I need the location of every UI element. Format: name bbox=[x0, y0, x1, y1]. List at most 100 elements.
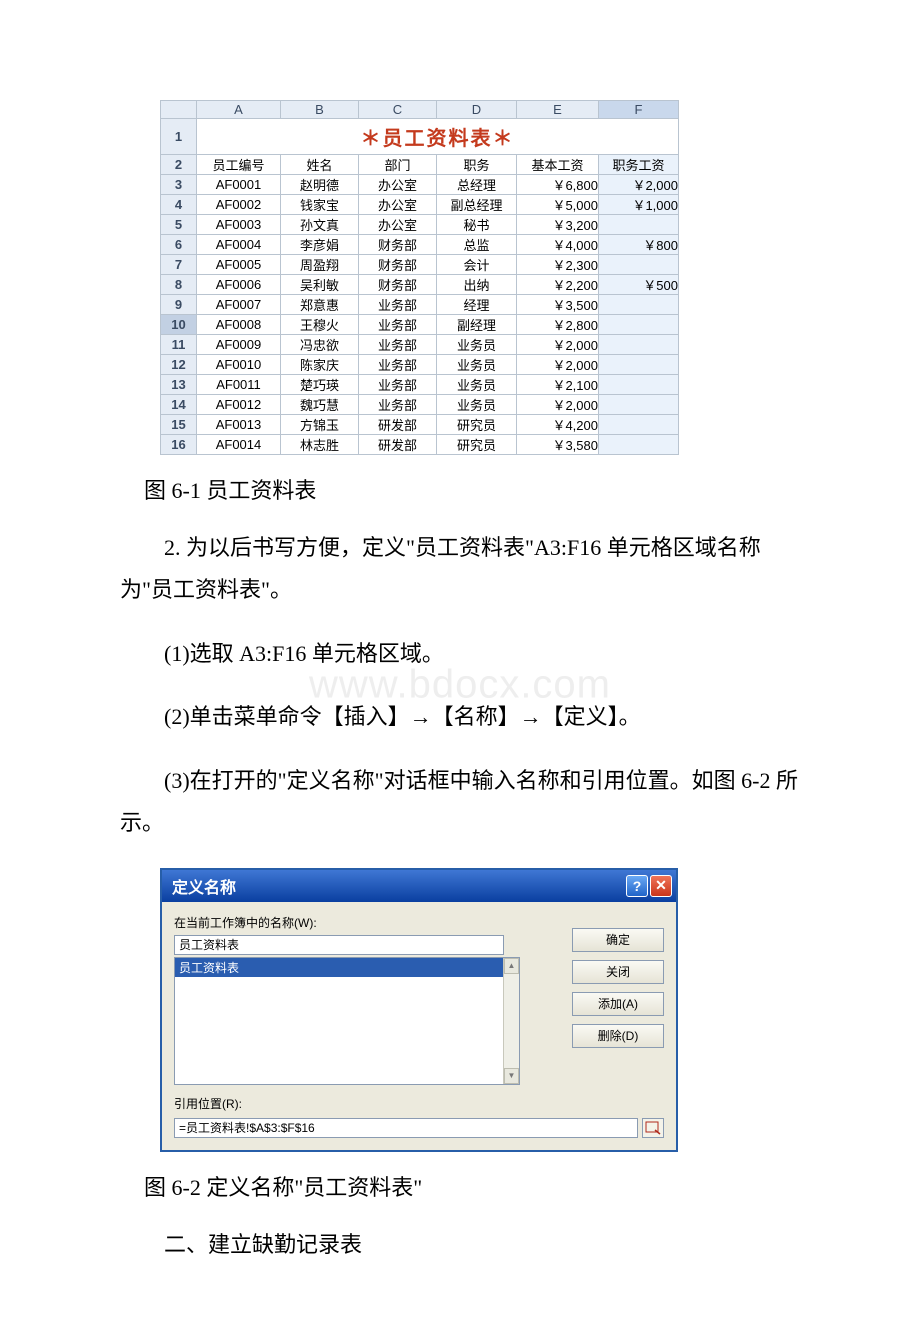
scroll-up-icon[interactable]: ▲ bbox=[504, 958, 519, 974]
cell-duty[interactable]: ￥800 bbox=[599, 235, 679, 255]
cell-title[interactable]: 研究员 bbox=[437, 435, 517, 455]
cell-dept[interactable]: 业务部 bbox=[359, 395, 437, 415]
cell-dept[interactable]: 业务部 bbox=[359, 315, 437, 335]
cell-base[interactable]: ￥2,000 bbox=[517, 335, 599, 355]
cell-base[interactable]: ￥4,200 bbox=[517, 415, 599, 435]
cell-duty[interactable] bbox=[599, 255, 679, 275]
close-button[interactable]: 关闭 bbox=[572, 960, 664, 984]
cell-base[interactable]: ￥2,200 bbox=[517, 275, 599, 295]
row-header[interactable]: 4 bbox=[161, 195, 197, 215]
cell-title[interactable]: 业务员 bbox=[437, 375, 517, 395]
cell-id[interactable]: AF0011 bbox=[197, 375, 281, 395]
cell-id[interactable]: AF0010 bbox=[197, 355, 281, 375]
header-cell[interactable]: 员工编号 bbox=[197, 155, 281, 175]
cell-dept[interactable]: 研发部 bbox=[359, 415, 437, 435]
cell-id[interactable]: AF0006 bbox=[197, 275, 281, 295]
cell-base[interactable]: ￥2,100 bbox=[517, 375, 599, 395]
header-cell[interactable]: 部门 bbox=[359, 155, 437, 175]
names-listbox[interactable]: 员工资料表 ▲ ▼ bbox=[174, 957, 520, 1085]
list-item[interactable]: 员工资料表 bbox=[175, 958, 503, 977]
row-header[interactable]: 14 bbox=[161, 395, 197, 415]
row-header[interactable]: 12 bbox=[161, 355, 197, 375]
cell-dept[interactable]: 业务部 bbox=[359, 335, 437, 355]
cell-id[interactable]: AF0001 bbox=[197, 175, 281, 195]
header-cell[interactable]: 姓名 bbox=[281, 155, 359, 175]
cell-title[interactable]: 副经理 bbox=[437, 315, 517, 335]
row-header[interactable]: 10 bbox=[161, 315, 197, 335]
cell-dept[interactable]: 研发部 bbox=[359, 435, 437, 455]
cell-dept[interactable]: 业务部 bbox=[359, 355, 437, 375]
cell-duty[interactable]: ￥2,000 bbox=[599, 175, 679, 195]
cell-dept[interactable]: 业务部 bbox=[359, 295, 437, 315]
cell-dept[interactable]: 办公室 bbox=[359, 175, 437, 195]
row-header[interactable]: 5 bbox=[161, 215, 197, 235]
row-header[interactable]: 3 bbox=[161, 175, 197, 195]
cell-dept[interactable]: 办公室 bbox=[359, 195, 437, 215]
cell-name[interactable]: 周盈翔 bbox=[281, 255, 359, 275]
close-icon[interactable]: ✕ bbox=[650, 875, 672, 897]
col-header-b[interactable]: B bbox=[281, 101, 359, 119]
row-header[interactable]: 7 bbox=[161, 255, 197, 275]
cell-id[interactable]: AF0002 bbox=[197, 195, 281, 215]
add-button[interactable]: 添加(A) bbox=[572, 992, 664, 1016]
row-header[interactable]: 2 bbox=[161, 155, 197, 175]
cell-title[interactable]: 会计 bbox=[437, 255, 517, 275]
cell-base[interactable]: ￥3,500 bbox=[517, 295, 599, 315]
col-header-f[interactable]: F bbox=[599, 101, 679, 119]
col-header-d[interactable]: D bbox=[437, 101, 517, 119]
header-cell[interactable]: 职务 bbox=[437, 155, 517, 175]
row-header[interactable]: 9 bbox=[161, 295, 197, 315]
help-icon[interactable]: ? bbox=[626, 875, 648, 897]
cell-base[interactable]: ￥2,800 bbox=[517, 315, 599, 335]
reference-input[interactable] bbox=[174, 1118, 638, 1138]
cell-id[interactable]: AF0003 bbox=[197, 215, 281, 235]
cell-name[interactable]: 林志胜 bbox=[281, 435, 359, 455]
delete-button[interactable]: 删除(D) bbox=[572, 1024, 664, 1048]
cell-id[interactable]: AF0014 bbox=[197, 435, 281, 455]
cell-name[interactable]: 李彦娟 bbox=[281, 235, 359, 255]
cell-id[interactable]: AF0013 bbox=[197, 415, 281, 435]
cell-base[interactable]: ￥6,800 bbox=[517, 175, 599, 195]
cell-title[interactable]: 业务员 bbox=[437, 395, 517, 415]
sheet-title[interactable]: ＊员工资料表＊ bbox=[197, 119, 679, 155]
cell-title[interactable]: 研究员 bbox=[437, 415, 517, 435]
cell-duty[interactable] bbox=[599, 335, 679, 355]
scrollbar[interactable]: ▲ ▼ bbox=[503, 958, 519, 1084]
cell-id[interactable]: AF0012 bbox=[197, 395, 281, 415]
col-header-a[interactable]: A bbox=[197, 101, 281, 119]
cell-base[interactable]: ￥2,000 bbox=[517, 395, 599, 415]
cell-duty[interactable] bbox=[599, 415, 679, 435]
cell-name[interactable]: 方锦玉 bbox=[281, 415, 359, 435]
cell-title[interactable]: 经理 bbox=[437, 295, 517, 315]
cell-base[interactable]: ￥3,580 bbox=[517, 435, 599, 455]
scroll-down-icon[interactable]: ▼ bbox=[504, 1068, 519, 1084]
row-header[interactable]: 13 bbox=[161, 375, 197, 395]
dialog-titlebar[interactable]: 定义名称 ? ✕ bbox=[162, 870, 676, 902]
row-header[interactable]: 16 bbox=[161, 435, 197, 455]
cell-name[interactable]: 冯忠欲 bbox=[281, 335, 359, 355]
cell-duty[interactable] bbox=[599, 435, 679, 455]
cell-name[interactable]: 孙文真 bbox=[281, 215, 359, 235]
cell-dept[interactable]: 业务部 bbox=[359, 375, 437, 395]
cell-title[interactable]: 总经理 bbox=[437, 175, 517, 195]
cell-duty[interactable] bbox=[599, 295, 679, 315]
cell-name[interactable]: 钱家宝 bbox=[281, 195, 359, 215]
row-header[interactable]: 8 bbox=[161, 275, 197, 295]
cell-title[interactable]: 业务员 bbox=[437, 355, 517, 375]
cell-title[interactable]: 秘书 bbox=[437, 215, 517, 235]
cell-duty[interactable] bbox=[599, 215, 679, 235]
header-cell[interactable]: 职务工资 bbox=[599, 155, 679, 175]
cell-base[interactable]: ￥4,000 bbox=[517, 235, 599, 255]
col-header-c[interactable]: C bbox=[359, 101, 437, 119]
cell-name[interactable]: 楚巧瑛 bbox=[281, 375, 359, 395]
cell-duty[interactable]: ￥1,000 bbox=[599, 195, 679, 215]
name-input[interactable] bbox=[174, 935, 504, 955]
cell-dept[interactable]: 财务部 bbox=[359, 255, 437, 275]
row-header[interactable]: 6 bbox=[161, 235, 197, 255]
cell-duty[interactable] bbox=[599, 395, 679, 415]
select-all-corner[interactable] bbox=[161, 101, 197, 119]
cell-name[interactable]: 吴利敏 bbox=[281, 275, 359, 295]
cell-dept[interactable]: 财务部 bbox=[359, 275, 437, 295]
cell-duty[interactable] bbox=[599, 315, 679, 335]
cell-duty[interactable] bbox=[599, 375, 679, 395]
